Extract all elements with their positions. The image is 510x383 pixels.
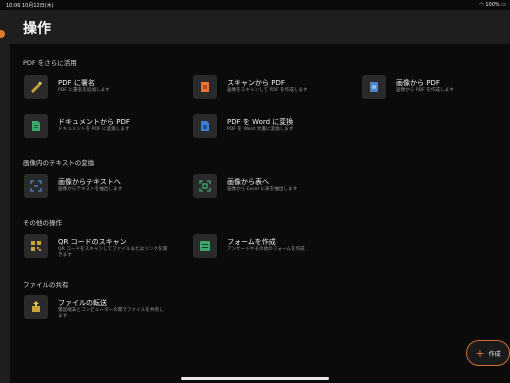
action-label: ファイルの転送: [58, 299, 107, 307]
header-bar: 操作: [10, 10, 510, 44]
action-description: 画像をスキャンして PDF を作成します: [227, 88, 308, 93]
action-label: 画像から表へ: [227, 178, 269, 186]
action-scan-to-pdf[interactable]: スキャンから PDF 画像をスキャンして PDF を作成します: [193, 75, 343, 103]
action-label: PDF に署名: [58, 79, 95, 87]
file-transfer-icon: [24, 295, 48, 319]
pen-sign-icon: [24, 75, 48, 99]
home-indicator[interactable]: [181, 377, 329, 380]
action-description: PDF を Word 文書に変換します: [227, 127, 294, 132]
action-image-to-pdf[interactable]: 画像から PDF 画像から PDF を作成します: [362, 75, 507, 103]
image-to-table-icon: [193, 174, 217, 198]
section-title-other-actions: その他の操作: [23, 219, 62, 227]
image-to-pdf-icon: [362, 75, 386, 99]
action-file-transfer[interactable]: ファイルの転送 電話端末とコンピューターの間でファイルを共有します: [24, 295, 174, 323]
section-title-file-sharing: ファイルの共有: [23, 281, 69, 289]
account-avatar[interactable]: [0, 30, 5, 38]
action-description: 画像から PDF を作成します: [396, 88, 454, 93]
action-description: アンケートやその他のフォームを作成: [227, 247, 305, 252]
qr-code-icon: [24, 234, 48, 258]
action-label: 画像から PDF: [396, 79, 440, 87]
battery-percent: 100%: [485, 2, 500, 8]
status-battery: ◠ 100% ▭: [479, 2, 506, 8]
status-bar: 10:06 10月12日(木) ◠ 100% ▭: [0, 0, 510, 10]
action-label: QR コードのスキャン: [58, 238, 127, 246]
page-title: 操作: [23, 21, 51, 37]
action-image-to-table[interactable]: 画像から表へ 画像から Excel に表を抽出します: [193, 174, 343, 202]
action-label: スキャンから PDF: [227, 79, 285, 87]
action-description: 画像から Excel に表を抽出します: [227, 187, 298, 192]
action-create-form[interactable]: フォームを作成 アンケートやその他のフォームを作成: [193, 234, 343, 262]
action-description: PDF に署名を追加します: [58, 88, 110, 93]
action-label: PDF を Word に変換: [227, 118, 294, 126]
action-description: 画像からテキストを抽出します: [58, 187, 123, 192]
action-sign-pdf[interactable]: PDF に署名 PDF に署名を追加します: [24, 75, 174, 103]
status-time-date: 10:06 10月12日(木): [6, 3, 54, 9]
wifi-icon: ◠: [479, 2, 484, 8]
scan-to-pdf-icon: [193, 75, 217, 99]
create-button[interactable]: + 作成: [466, 340, 510, 366]
action-image-to-text[interactable]: 画像からテキストへ 画像からテキストを抽出します: [24, 174, 174, 202]
action-label: 画像からテキストへ: [58, 178, 121, 186]
action-description: 電話端末とコンピューターの間でファイルを共有します: [58, 308, 164, 319]
action-document-to-pdf[interactable]: ドキュメントから PDF ドキュメントを PDF に変換します: [24, 114, 174, 142]
document-to-pdf-icon: [24, 114, 48, 138]
forms-icon: [193, 234, 217, 258]
action-description: QR コードをスキャンしてファイルまたはリンクを開きます: [58, 247, 168, 258]
side-panel-edge: [0, 10, 10, 383]
action-description: ドキュメントを PDF に変換します: [58, 127, 130, 132]
action-label: フォームを作成: [227, 238, 276, 246]
action-label: ドキュメントから PDF: [58, 118, 130, 126]
create-button-label: 作成: [488, 350, 501, 358]
section-title-pdf-more: PDF をさらに活用: [23, 59, 77, 67]
plus-icon: +: [475, 346, 485, 360]
section-title-text-in-images: 画像内のテキストの変換: [23, 159, 95, 167]
image-to-text-icon: [24, 174, 48, 198]
action-pdf-to-word[interactable]: PDF を Word に変換 PDF を Word 文書に変換します: [193, 114, 343, 142]
battery-icon: ▭: [501, 2, 506, 8]
action-scan-qr-code[interactable]: QR コードのスキャン QR コードをスキャンしてファイルまたはリンクを開きます: [24, 234, 174, 262]
pdf-to-word-icon: [193, 114, 217, 138]
